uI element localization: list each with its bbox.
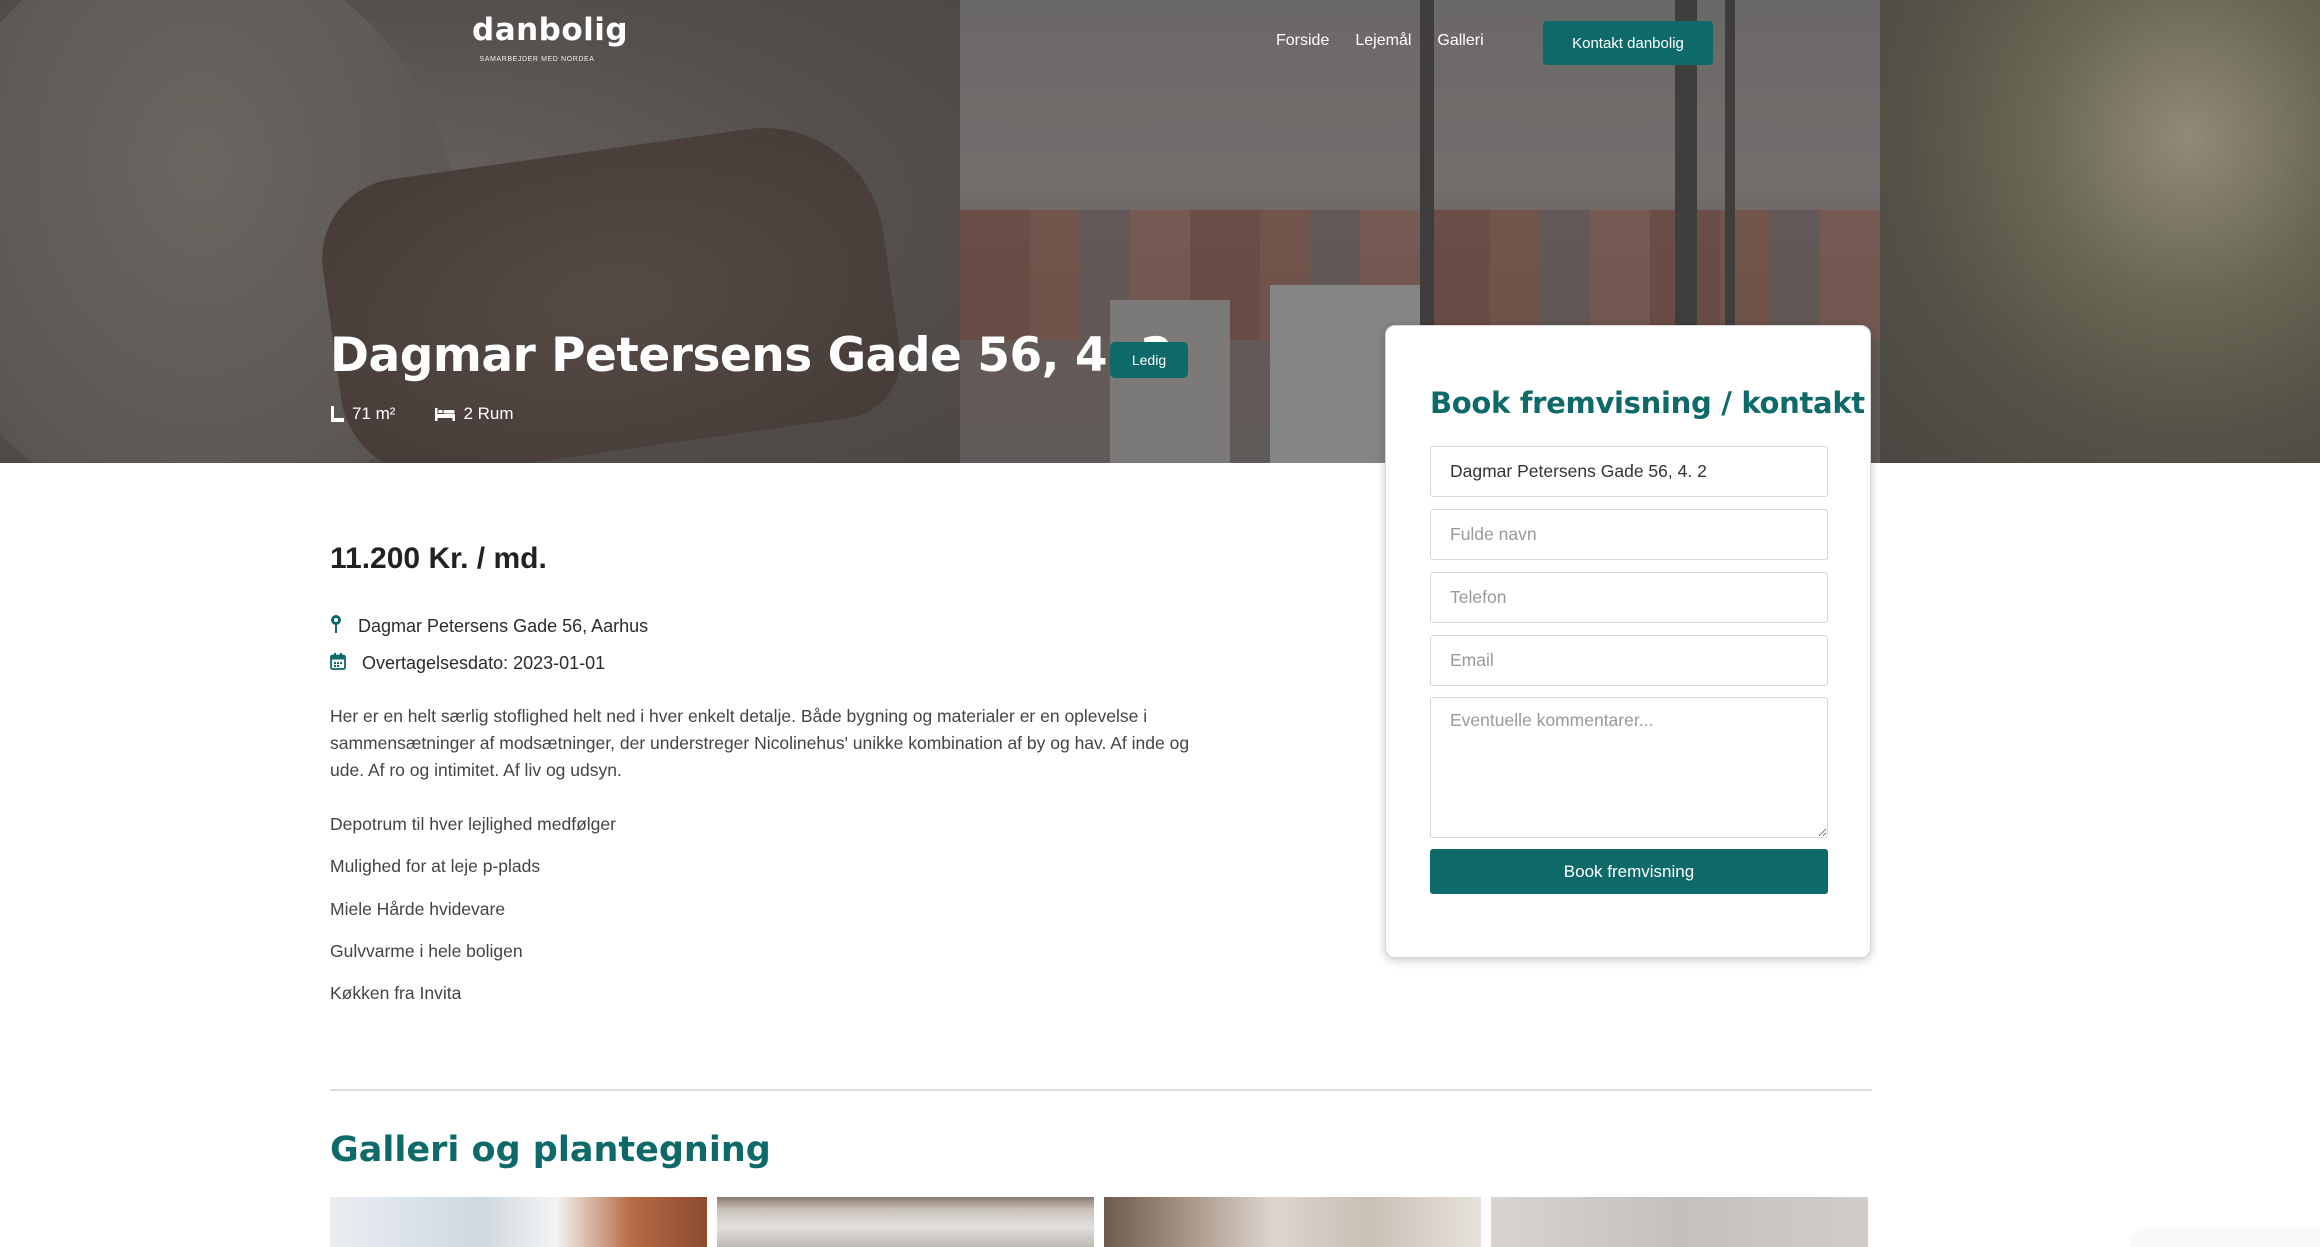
nav-item-forside[interactable]: Forside [1276, 32, 1329, 50]
email-field[interactable] [1430, 635, 1828, 686]
calendar-icon [330, 652, 346, 675]
section-divider [330, 1089, 1872, 1091]
takeover-row: Overtagelsesdato: 2023-01-01 [330, 645, 648, 682]
brand-tagline: SAMARBEJDER MED NORDEA [479, 56, 595, 63]
gallery-title: Galleri og plantegning [330, 1130, 771, 1170]
brand-name: danbolig [472, 12, 629, 48]
takeover-text: Overtagelsesdato: 2023-01-01 [362, 653, 606, 673]
hero-image [0, 0, 2320, 463]
bed-icon [435, 407, 456, 421]
booking-form-card: Book fremvisning / kontakt Book fremvisn… [1385, 325, 1871, 958]
listing-meta: Dagmar Petersens Gade 56, Aarhus Overtag… [330, 608, 648, 682]
property-field[interactable] [1430, 446, 1828, 497]
address-text: Dagmar Petersens Gade 56, Aarhus [358, 616, 649, 636]
gallery-thumbnail[interactable] [1104, 1197, 1481, 1247]
main-nav: Forside Lejemål Galleri [1276, 32, 1484, 50]
map-pin-icon [330, 615, 342, 638]
listing-title: Dagmar Petersens Gade 56, 4. 2 [330, 328, 1173, 383]
price: 11.200 Kr. / md. [330, 542, 547, 575]
list-item: Mulighed for at leje p-plads [330, 856, 541, 877]
form-title: Book fremvisning / kontakt [1430, 386, 1865, 420]
brand-logo[interactable]: danbolig SAMARBEJDER MED NORDEA [472, 12, 629, 63]
name-field[interactable] [1430, 509, 1828, 560]
address-row: Dagmar Petersens Gade 56, Aarhus [330, 608, 648, 645]
gallery-grid [330, 1197, 1868, 1247]
ruler-corner-icon [330, 406, 344, 422]
listing-description: Her er en helt særlig stoflighed helt ne… [330, 706, 1190, 780]
list-item: Depotrum til hver lejlighed medfølger [330, 814, 616, 834]
feature-list: Depotrum til hver lejlighed medfølger Mu… [330, 809, 616, 1020]
comment-field[interactable] [1430, 697, 1828, 838]
listing-facts: 71 m² 2 Rum [330, 404, 514, 424]
gallery-thumbnail[interactable] [717, 1197, 1094, 1247]
corner-widget [2130, 1230, 2320, 1247]
gallery-thumbnail[interactable] [330, 1197, 707, 1247]
rooms-fact: 2 Rum [435, 404, 514, 424]
list-item: Miele Hårde hvidevare [330, 898, 506, 919]
contact-button[interactable]: Kontakt danbolig [1543, 21, 1713, 65]
rooms-value: 2 Rum [463, 404, 514, 423]
list-item: Gulvvarme i hele boligen [330, 940, 523, 961]
phone-field[interactable] [1430, 572, 1828, 623]
area-value: 71 m² [352, 404, 396, 423]
nav-item-galleri[interactable]: Galleri [1437, 32, 1483, 50]
list-item: Køkken fra Invita [330, 983, 462, 1004]
gallery-thumbnail[interactable] [1491, 1197, 1868, 1247]
area-fact: 71 m² [330, 404, 395, 424]
status-badge: Ledig [1110, 342, 1188, 378]
nav-item-lejemaal[interactable]: Lejemål [1355, 32, 1411, 50]
book-viewing-button[interactable]: Book fremvisning [1430, 849, 1828, 894]
